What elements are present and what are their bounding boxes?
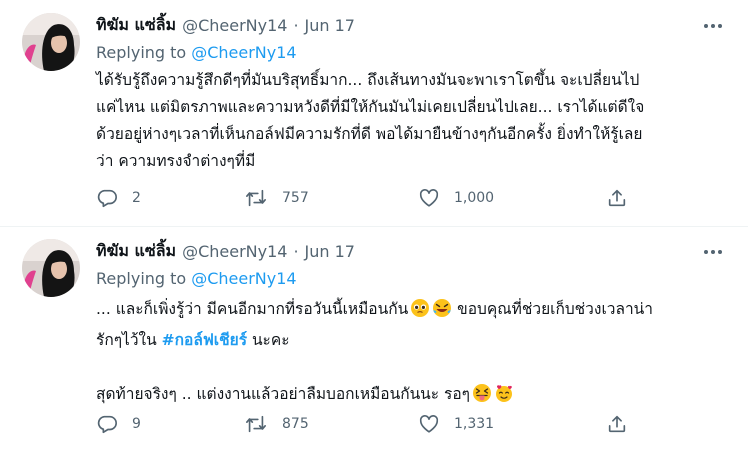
tweet-text: ... และก็เพิ่งรู้ว่า มีคนอีกมากที่รอวันน… bbox=[96, 296, 732, 412]
retweet-icon bbox=[244, 187, 268, 209]
action-bar: 9 875 1,331 bbox=[96, 411, 656, 437]
retweet-count: 875 bbox=[282, 416, 309, 432]
tweet-text: ได้รับรู้ถึงความรู้สึกดีๆที่มันบริสุทธิ์… bbox=[96, 67, 732, 175]
rolling-laughing-emoji bbox=[432, 298, 452, 327]
share-button[interactable] bbox=[606, 411, 628, 437]
retweet-icon bbox=[244, 413, 268, 435]
share-icon bbox=[606, 187, 628, 209]
tweet-text-line: รักๆไว้ใน #กอล์ฟเชียร์ นะคะ bbox=[96, 327, 732, 354]
hashtag-link[interactable]: #กอล์ฟเชียร์ bbox=[162, 331, 247, 349]
retweet-button[interactable]: 757 bbox=[244, 185, 309, 211]
text-segment: รักๆไว้ใน bbox=[96, 331, 162, 349]
smiling-hearts-emoji bbox=[494, 383, 514, 412]
replying-to: Replying to @CheerNy14 bbox=[96, 43, 297, 62]
more-horizontal-icon[interactable] bbox=[702, 241, 724, 263]
replying-to-handle[interactable]: @CheerNy14 bbox=[191, 43, 296, 62]
share-icon bbox=[606, 413, 628, 435]
tweet-text-line: แค่ไหน แต่มิตรภาพและความหวังดีที่มีให้กั… bbox=[96, 98, 645, 116]
tweet-date[interactable]: Jun 17 bbox=[305, 16, 355, 35]
share-button[interactable] bbox=[606, 185, 628, 211]
like-button[interactable]: 1,331 bbox=[418, 411, 494, 437]
reply-button[interactable]: 9 bbox=[96, 411, 141, 437]
replying-to-handle[interactable]: @CheerNy14 bbox=[191, 269, 296, 288]
heart-icon bbox=[418, 413, 440, 435]
tweet-date[interactable]: Jun 17 bbox=[305, 242, 355, 261]
pleading-face-emoji bbox=[410, 298, 430, 327]
tweet[interactable]: ทิฆัม แซ่ลิ้ม @CheerNy14 · Jun 17 Replyi… bbox=[0, 226, 748, 451]
text-segment: นะคะ bbox=[247, 331, 290, 349]
text-segment: สุดท้ายจริงๆ .. แต่งงานแล้วอย่าลืมบอกเหม… bbox=[96, 385, 470, 403]
tweet-text-line: ด้วยอยู่ห่างๆเวลาที่เห็นกอล์ฟมีความรักที… bbox=[96, 125, 643, 143]
heart-icon bbox=[418, 187, 440, 209]
like-button[interactable]: 1,000 bbox=[418, 185, 494, 211]
action-bar: 2 757 1,000 bbox=[96, 185, 656, 211]
tweet[interactable]: ทิฆัม แซ่ลิ้ม @CheerNy14 · Jun 17 Replyi… bbox=[0, 0, 748, 226]
reply-bubble-icon bbox=[96, 413, 118, 435]
like-count: 1,331 bbox=[454, 416, 495, 432]
separator-dot: · bbox=[293, 241, 299, 261]
avatar[interactable] bbox=[22, 13, 80, 71]
more-horizontal-icon[interactable] bbox=[702, 15, 724, 37]
tweet-text-line: ได้รับรู้ถึงความรู้สึกดีๆที่มันบริสุทธิ์… bbox=[96, 71, 640, 89]
replying-to-label: Replying to bbox=[96, 43, 187, 62]
tweet-text-line: ... และก็เพิ่งรู้ว่า มีคนอีกมากที่รอวันน… bbox=[96, 296, 732, 327]
like-count: 1,000 bbox=[454, 190, 495, 206]
reply-bubble-icon bbox=[96, 187, 118, 209]
text-segment: ... และก็เพิ่งรู้ว่า มีคนอีกมากที่รอวันน… bbox=[96, 300, 409, 318]
tweet-text-line: สุดท้ายจริงๆ .. แต่งงานแล้วอย่าลืมบอกเหม… bbox=[96, 381, 732, 412]
reply-count: 9 bbox=[132, 416, 141, 432]
reply-button[interactable]: 2 bbox=[96, 185, 141, 211]
display-name[interactable]: ทิฆัม แซ่ลิ้ม bbox=[96, 239, 176, 264]
squinting-tongue-emoji bbox=[472, 383, 492, 412]
user-handle[interactable]: @CheerNy14 bbox=[182, 242, 287, 261]
user-handle[interactable]: @CheerNy14 bbox=[182, 16, 287, 35]
replying-to: Replying to @CheerNy14 bbox=[96, 269, 297, 288]
tweet-text-line: ว่า ความทรงจำต่างๆที่มี bbox=[96, 152, 256, 170]
retweet-count: 757 bbox=[282, 190, 309, 206]
text-segment: ขอบคุณที่ช่วยเก็บช่วงเวลาน่า bbox=[452, 300, 653, 318]
display-name[interactable]: ทิฆัม แซ่ลิ้ม bbox=[96, 13, 176, 38]
reply-count: 2 bbox=[132, 190, 141, 206]
retweet-button[interactable]: 875 bbox=[244, 411, 309, 437]
separator-dot: · bbox=[293, 15, 299, 35]
avatar[interactable] bbox=[22, 239, 80, 297]
replying-to-label: Replying to bbox=[96, 269, 187, 288]
